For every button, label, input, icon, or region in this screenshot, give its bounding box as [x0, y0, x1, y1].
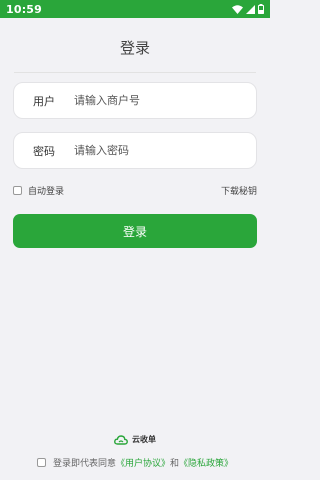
- privacy-policy-link[interactable]: 《隐私政策》: [179, 456, 233, 469]
- auto-login-checkbox[interactable]: [13, 186, 22, 195]
- wifi-icon: [232, 4, 243, 14]
- status-bar: 10:59: [0, 0, 270, 18]
- agree-checkbox[interactable]: [36, 458, 46, 467]
- page-title: 登录: [119, 39, 150, 57]
- username-field[interactable]: 用户: [13, 82, 257, 119]
- username-input[interactable]: [74, 94, 244, 107]
- auto-login-label: 自动登录: [28, 187, 65, 197]
- agreement-row: 登录即代表同意 《用户协议》 和 《隐私政策》: [0, 456, 270, 469]
- brand-name: 云收单: [132, 435, 156, 444]
- password-field[interactable]: 密码: [13, 132, 257, 169]
- status-icons: [232, 4, 264, 14]
- login-options: 自动登录 下载秘钥: [13, 184, 257, 197]
- signal-icon: [246, 4, 255, 14]
- cloud-logo-icon: [114, 434, 128, 445]
- agree-conjunction: 和: [170, 459, 180, 469]
- brand: 云收单: [0, 434, 270, 445]
- username-label: 用户: [33, 94, 55, 108]
- agree-prefix: 登录即代表同意: [52, 459, 116, 469]
- password-input[interactable]: [74, 144, 244, 157]
- download-key-link[interactable]: 下载秘钥: [221, 184, 257, 197]
- password-label: 密码: [33, 144, 55, 158]
- login-button[interactable]: 登录: [13, 214, 257, 248]
- status-time: 10:59: [6, 2, 43, 16]
- title-divider: [14, 72, 256, 73]
- auto-login-toggle[interactable]: 自动登录: [13, 184, 64, 197]
- battery-icon: [258, 4, 264, 14]
- user-agreement-link[interactable]: 《用户协议》: [116, 456, 170, 469]
